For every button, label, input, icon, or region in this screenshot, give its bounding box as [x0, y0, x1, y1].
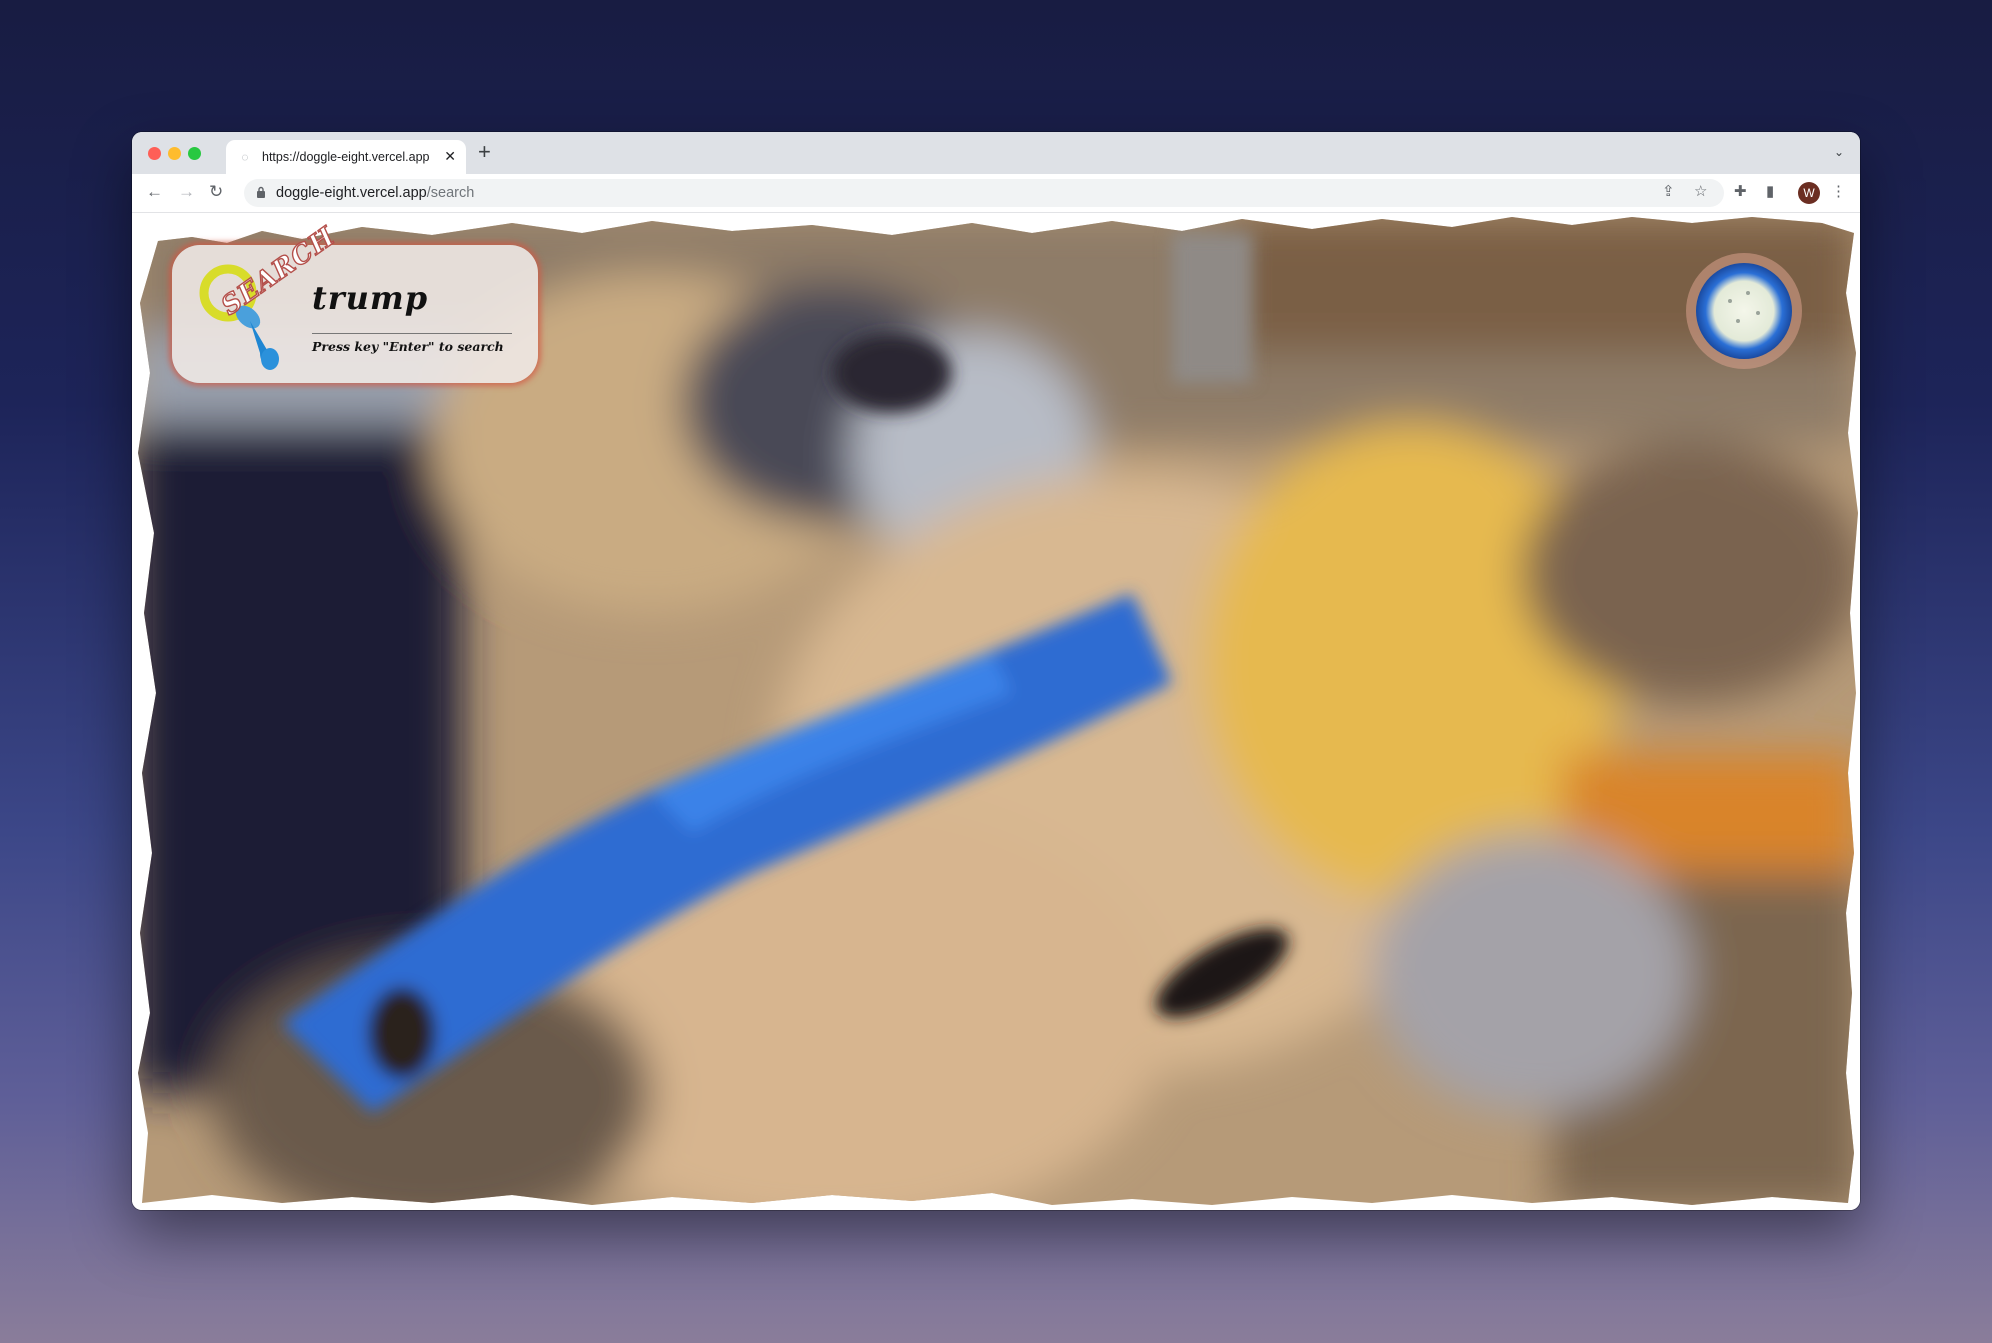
extensions-puzzle-icon[interactable]: ✚ — [1734, 183, 1747, 201]
search-input[interactable]: trump — [312, 279, 428, 317]
close-window-button[interactable] — [148, 147, 161, 160]
tab-bar: ◌ https://doggle-eight.vercel.app ✕ + ⌄ — [132, 132, 1860, 174]
browser-tab[interactable]: ◌ https://doggle-eight.vercel.app ✕ — [226, 140, 466, 174]
url-path: /search — [426, 185, 475, 201]
url-host: doggle-eight.vercel.app — [276, 185, 427, 201]
profile-avatar[interactable]: W — [1798, 182, 1820, 204]
page-content: SEARCH trump Press key "Enter" to search — [132, 213, 1860, 1210]
search-divider — [312, 333, 512, 334]
browser-window: ◌ https://doggle-eight.vercel.app ✕ + ⌄ … — [132, 132, 1860, 1210]
address-bar[interactable]: doggle-eight.vercel.app/search — [244, 179, 1724, 207]
close-tab-icon[interactable]: ✕ — [444, 148, 456, 165]
tab-title: https://doggle-eight.vercel.app — [262, 150, 430, 164]
bookmark-star-icon[interactable]: ☆ — [1694, 183, 1707, 201]
side-panel-icon[interactable]: ▮ — [1766, 183, 1774, 201]
zoom-window-button[interactable] — [188, 147, 201, 160]
reload-icon[interactable]: ↻ — [209, 182, 223, 202]
new-tab-button[interactable]: + — [478, 141, 491, 163]
browser-toolbar: ← → ↻ doggle-eight.vercel.app/search ⇪ ☆… — [132, 174, 1860, 213]
more-menu-icon[interactable]: ⋮ — [1831, 183, 1846, 201]
search-box[interactable]: SEARCH trump Press key "Enter" to search — [172, 221, 538, 383]
tab-search-chevron-icon[interactable]: ⌄ — [1834, 145, 1844, 159]
lock-icon — [256, 186, 268, 201]
globe-icon: ◌ — [241, 150, 249, 164]
minimize-window-button[interactable] — [168, 147, 181, 160]
back-icon[interactable]: ← — [146, 182, 163, 202]
search-hint: Press key "Enter" to search — [312, 339, 504, 354]
share-icon[interactable]: ⇪ — [1662, 183, 1675, 201]
forward-icon[interactable]: → — [178, 182, 195, 202]
ball-icon — [1686, 253, 1802, 369]
